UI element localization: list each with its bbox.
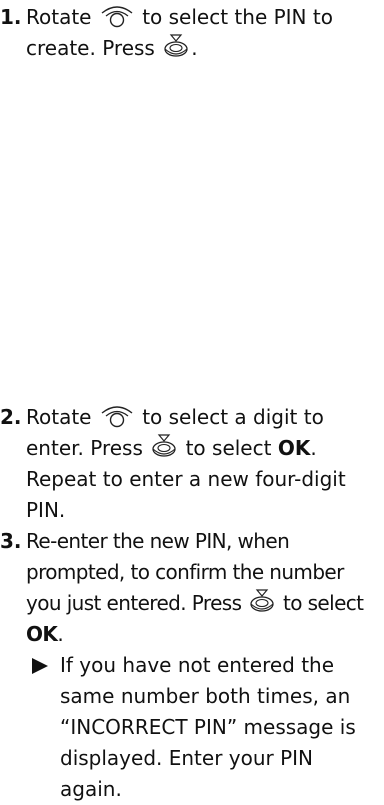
step-3-number: 3. (0, 529, 22, 553)
ok-label: OK (26, 622, 58, 646)
step-1-text: Rotate to select the PIN to create. Pres… (26, 4, 333, 60)
step-1-number: 1. (0, 5, 22, 29)
rotary-dial-icon (100, 4, 134, 28)
ok-label: OK (277, 436, 311, 460)
step-3: 3. Re-enter the new PIN, when prompted, … (0, 526, 380, 805)
step-2-text: Rotate to select a digit to enter. Press… (26, 404, 346, 522)
rotary-dial-icon (100, 404, 134, 428)
press-knob-icon (249, 588, 275, 614)
arrow-right-icon (32, 658, 48, 674)
step-1: 1. Rotate to select the PIN to create. P… (0, 2, 380, 64)
step-3-text: Re-enter the new PIN, when prompted, to … (26, 529, 364, 646)
step-3-note: If you have not entered the same number … (26, 650, 380, 805)
step-2: 2. Rotate to select a digit to enter. Pr… (0, 402, 380, 526)
step-2-number: 2. (0, 405, 22, 429)
press-knob-icon (163, 33, 189, 59)
press-knob-icon (151, 433, 177, 459)
